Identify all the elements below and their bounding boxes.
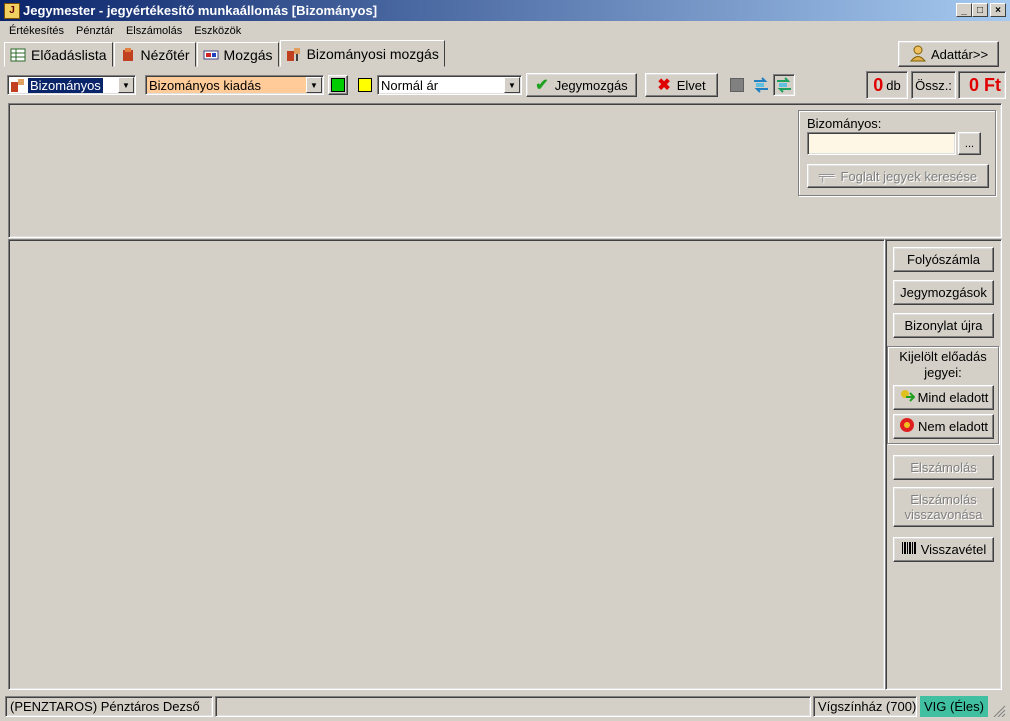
count-unit: db: [886, 77, 901, 93]
bizomanyos-label: Bizományos:: [807, 116, 882, 131]
price-select[interactable]: Normál ár ▼: [377, 75, 522, 95]
close-button[interactable]: ×: [990, 3, 1006, 17]
count-display: 0 db: [866, 71, 908, 99]
consignment-icon: [286, 46, 302, 62]
gray-square-icon: [730, 78, 744, 92]
swap-icon[interactable]: [751, 75, 771, 95]
minimize-button[interactable]: _: [956, 3, 972, 17]
jegymozgasok-button[interactable]: Jegymozgások: [893, 280, 994, 305]
checkmark-icon: ✔: [535, 77, 549, 94]
foglalt-jegyek-button[interactable]: ╤═ Foglalt jegyek keresése: [807, 164, 989, 188]
maximize-button[interactable]: □: [972, 3, 988, 17]
tab-nezoter-label: Nézőtér: [140, 46, 190, 63]
foglalt-jegyek-label: Foglalt jegyek keresése: [840, 168, 978, 184]
green-square-icon: [331, 78, 345, 92]
ossz-label: Össz.:: [915, 77, 952, 93]
user-icon: [909, 44, 927, 65]
bizomanyos-browse-button[interactable]: ...: [958, 132, 981, 155]
tab-nezoter[interactable]: Nézőtér: [113, 42, 196, 67]
nem-eladott-label: Nem eladott: [917, 419, 989, 434]
ossz-label-box: Össz.:: [911, 71, 956, 99]
title-bar: J Jegymester - jegyértékesítő munkaállom…: [0, 0, 1010, 21]
search-ticket-icon: ╤═: [818, 170, 835, 182]
ossz-value: 0 Ft: [968, 74, 1001, 95]
bizomanyos-input[interactable]: [807, 132, 956, 155]
barcode-icon: [901, 541, 917, 558]
status-empty: [215, 696, 811, 717]
menu-penztar[interactable]: Pénztár: [70, 25, 120, 37]
not-sold-icon: [899, 417, 915, 436]
ticket-app-icon[interactable]: J: [4, 2, 20, 19]
resize-grip-icon[interactable]: [992, 705, 1006, 718]
tab-bar: Előadáslista Nézőtér Mozgás Bizományosi …: [4, 40, 446, 67]
kijelolt-label: Kijelölt előadás jegyei:: [899, 349, 987, 380]
mind-eladott-button[interactable]: Mind eladott: [893, 385, 994, 410]
elvet-button[interactable]: ✖ Elvet: [645, 73, 718, 97]
elvet-label: Elvet: [676, 77, 706, 93]
tab-bizomanyosi-mozgas[interactable]: Bizományosi mozgás: [279, 40, 445, 67]
tab-eloadaslista[interactable]: Előadáslista: [4, 42, 113, 67]
adattar-button[interactable]: Adattár>>: [898, 41, 999, 67]
table-icon: [10, 47, 26, 63]
tab-bizomanyosi-mozgas-label: Bizományosi mozgás: [306, 45, 439, 62]
visszavetel-button[interactable]: Visszavétel: [893, 537, 994, 562]
tab-eloadaslista-label: Előadáslista: [31, 46, 107, 63]
bizomanyos-type-select[interactable]: Bizományos ▼: [7, 75, 136, 95]
menu-elszamolas[interactable]: Elszámolás: [120, 25, 188, 37]
chevron-down-icon[interactable]: ▼: [504, 77, 520, 93]
visszavetel-label: Visszavétel: [920, 542, 987, 557]
chevron-down-icon[interactable]: ▼: [306, 77, 322, 93]
adattar-label: Adattár>>: [930, 46, 989, 62]
elszamolas-visszavonasa-button[interactable]: Elszámolás visszavonása: [893, 487, 994, 527]
bizonylat-ujra-button[interactable]: Bizonylat újra: [893, 313, 994, 338]
status-user: (PENZTAROS) Pénztáros Dezső: [5, 696, 213, 717]
bizomanyos-type-value: Bizományos: [28, 77, 103, 93]
yellow-square-icon: [358, 78, 372, 92]
status-env: VIG (Éles): [920, 696, 988, 717]
tab-mozgas[interactable]: Mozgás: [196, 42, 279, 67]
window-title: Jegymester - jegyértékesítő munkaállomás…: [23, 3, 378, 18]
kiadas-type-select[interactable]: Bizományos kiadás ▼: [145, 75, 324, 95]
count-value: 0: [873, 74, 884, 95]
jegymozgas-button[interactable]: ✔ Jegymozgás: [526, 73, 637, 97]
menu-eszkozok[interactable]: Eszközök: [188, 25, 247, 37]
chevron-down-icon[interactable]: ▼: [118, 77, 134, 93]
nem-eladott-button[interactable]: Nem eladott: [893, 414, 994, 439]
status-venue: Vígszínház (700): [813, 696, 917, 717]
jegymozgas-label: Jegymozgás: [554, 77, 628, 93]
movement-icon: [203, 47, 219, 63]
main-list-panel[interactable]: [8, 239, 885, 690]
consignment-icon: [10, 77, 26, 93]
sold-all-icon: [899, 388, 915, 407]
folyoszamla-button[interactable]: Folyószámla: [893, 247, 994, 272]
refresh-swap-button[interactable]: [773, 74, 795, 96]
menu-bar: Értékesítés Pénztár Elszámolás Eszközök: [0, 21, 1010, 40]
elszamolas-button[interactable]: Elszámolás: [893, 455, 994, 480]
theater-icon: [120, 47, 136, 63]
kiadas-type-value: Bizományos kiadás: [149, 77, 261, 93]
mind-eladott-label: Mind eladott: [917, 390, 989, 405]
tab-mozgas-label: Mozgás: [223, 46, 273, 63]
price-value: Normál ár: [381, 77, 439, 93]
menu-ertekesites[interactable]: Értékesítés: [3, 25, 70, 37]
ossz-value-box: 0 Ft: [958, 71, 1006, 99]
cross-icon: ✖: [657, 77, 671, 94]
